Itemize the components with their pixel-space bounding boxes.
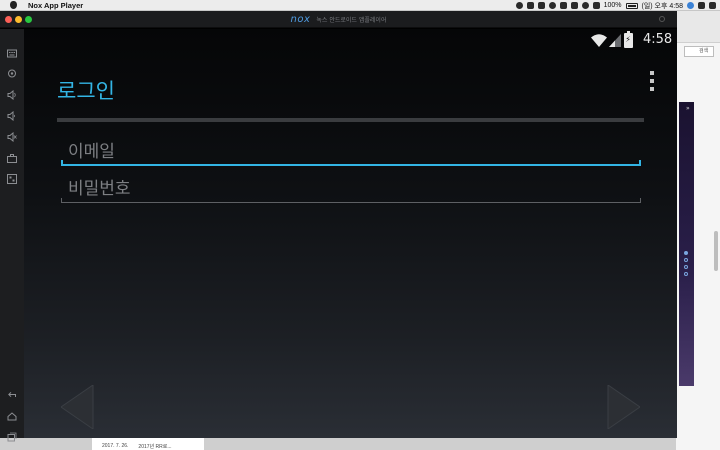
android-status-bar: 4:58 (24, 29, 677, 53)
window-titlebar[interactable]: nox 녹스 안드로이드 앱플레이어 (0, 11, 677, 28)
background-bottom-list: 2017. 7. 26. 2017년 RR로... (92, 438, 204, 450)
window-title-text: 녹스 안드로이드 앱플레이어 (316, 17, 387, 24)
apple-icon[interactable] (10, 1, 17, 9)
keyboard-icon[interactable] (6, 47, 17, 58)
android-clock: 4:58 (643, 32, 673, 47)
spotlight-icon[interactable] (698, 2, 705, 9)
background-list-item: 2017. 7. 26. (102, 443, 129, 449)
email-field-container (61, 139, 641, 166)
next-arrow-button[interactable] (606, 385, 640, 429)
search-tray-icon[interactable] (526, 2, 534, 9)
window-title: nox 녹스 안드로이드 앱플레이어 (0, 14, 677, 25)
chat-tray-icon[interactable] (515, 2, 523, 9)
battery-percent: 100% (603, 2, 622, 9)
nox-logo: nox (290, 14, 311, 25)
page-title: 로그인 (57, 79, 115, 103)
multi-instance-icon[interactable] (6, 173, 17, 184)
mac-menubar: Nox App Player 100% (일) 오후 4:58 (0, 0, 720, 11)
android-screen: 4:58 로그인 (24, 29, 677, 438)
notification-center-icon[interactable] (709, 2, 716, 9)
menubar-clock[interactable]: (일) 오후 4:58 (642, 1, 684, 11)
android-battery-icon (624, 31, 633, 48)
chevron-right-icon[interactable]: » (686, 105, 690, 112)
dropbox-tray-icon[interactable] (559, 2, 567, 9)
overflow-menu-icon[interactable] (648, 71, 656, 91)
title-divider (57, 118, 644, 122)
location-pin-icon[interactable] (6, 68, 17, 79)
password-field[interactable] (61, 176, 641, 202)
wifi-tray-icon[interactable] (581, 2, 589, 9)
volume-tray-icon[interactable] (592, 2, 600, 9)
back-arrow-icon[interactable] (6, 389, 17, 400)
volume-up-icon[interactable] (6, 89, 17, 100)
background-browser-window: 검색 » (676, 11, 720, 450)
evernote-tray-icon[interactable] (537, 2, 545, 9)
background-toolbar (676, 11, 720, 43)
background-list-item: 2017년 RR로... (138, 444, 172, 450)
carousel-dot[interactable] (684, 251, 688, 255)
carousel-dots (684, 251, 688, 276)
battery-icon[interactable] (625, 2, 638, 9)
user-tray-icon[interactable] (687, 2, 694, 9)
carousel-dot[interactable] (684, 272, 688, 276)
email-field[interactable] (61, 139, 641, 164)
home-icon[interactable] (6, 410, 17, 421)
cell-signal-icon (609, 34, 621, 47)
password-field-container (61, 176, 641, 203)
previous-arrow-button[interactable] (61, 385, 95, 429)
carousel-dot[interactable] (684, 265, 688, 269)
airplay-tray-icon[interactable] (570, 2, 578, 9)
headphones-tray-icon[interactable] (548, 2, 556, 9)
recent-apps-icon[interactable] (6, 431, 17, 442)
settings-gear-icon[interactable] (659, 16, 665, 22)
wifi-signal-icon (591, 34, 607, 47)
menubar-status-area: 100% (일) 오후 4:58 (515, 0, 716, 11)
background-image-panel (679, 102, 694, 386)
nox-sidebar (0, 29, 24, 441)
nox-window: nox 녹스 안드로이드 앱플레이어 ⚡ 4:58 로그인 이메일 (0, 11, 677, 441)
background-select[interactable]: 검색 (684, 46, 714, 57)
carousel-dot[interactable] (684, 258, 688, 262)
volume-down-icon[interactable] (6, 110, 17, 121)
app-name-menu[interactable]: Nox App Player (28, 1, 83, 10)
toolbox-icon[interactable] (6, 152, 17, 163)
mute-icon[interactable] (6, 131, 17, 142)
background-scrollbar[interactable] (714, 231, 718, 271)
